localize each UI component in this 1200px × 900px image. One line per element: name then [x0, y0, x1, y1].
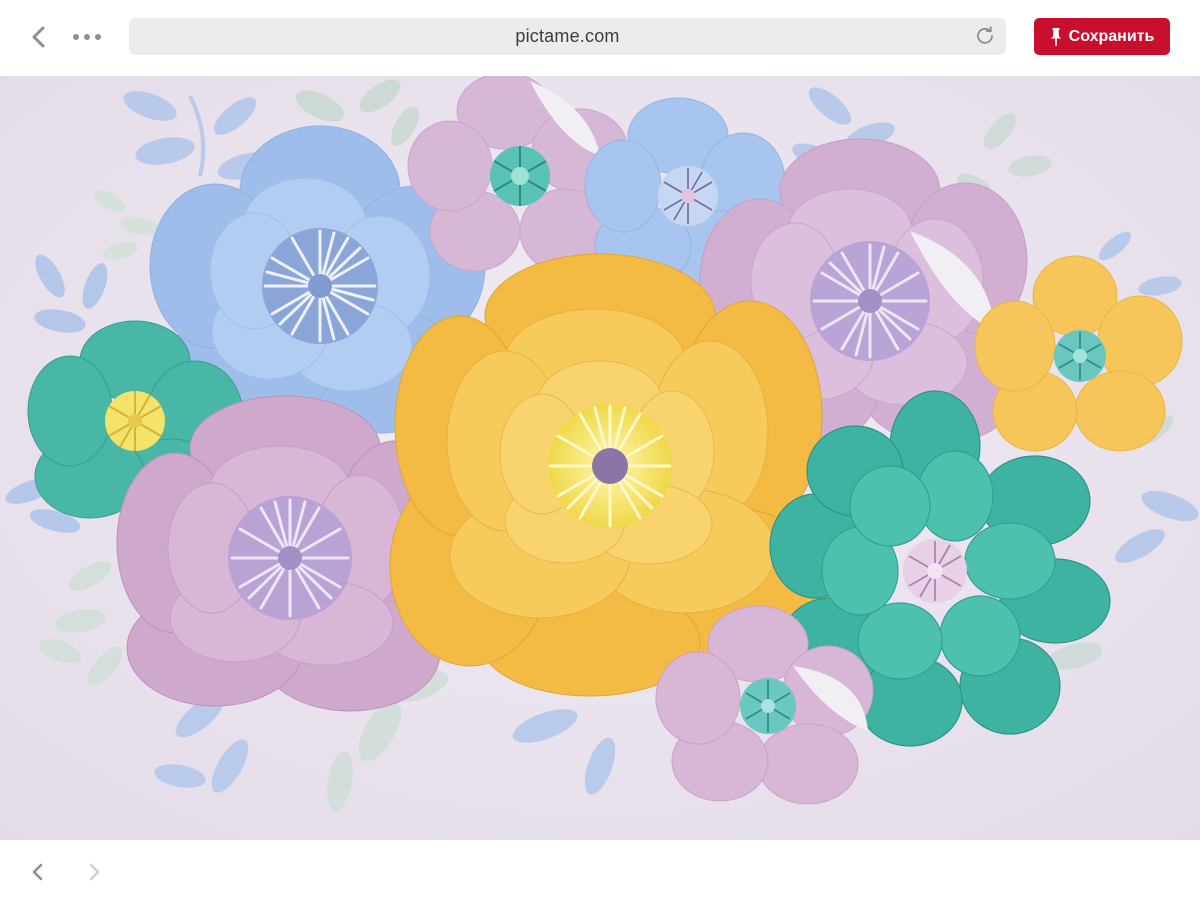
back-button[interactable] — [22, 20, 54, 54]
chevron-left-icon — [32, 26, 45, 48]
paper-flowers-image — [0, 76, 1200, 840]
chevron-left-icon — [32, 863, 43, 881]
chevron-right-icon — [89, 863, 100, 881]
save-button[interactable]: Сохранить — [1034, 18, 1170, 55]
address-bar[interactable]: pictame.com — [129, 18, 1006, 55]
nav-forward-button[interactable] — [82, 858, 108, 886]
reload-icon — [977, 26, 993, 44]
save-button-label: Сохранить — [1068, 27, 1155, 45]
paper-flowers-illustration — [0, 76, 1200, 840]
nav-back-button[interactable] — [24, 858, 50, 886]
more-options-button[interactable] — [68, 22, 106, 52]
pushpin-icon — [1050, 27, 1061, 46]
bottom-navigation-bar — [0, 840, 1200, 900]
ellipsis-icon — [73, 34, 101, 40]
address-text: pictame.com — [515, 26, 620, 46]
reload-button[interactable] — [974, 25, 996, 47]
browser-toolbar: pictame.com Сохранить — [0, 0, 1200, 76]
